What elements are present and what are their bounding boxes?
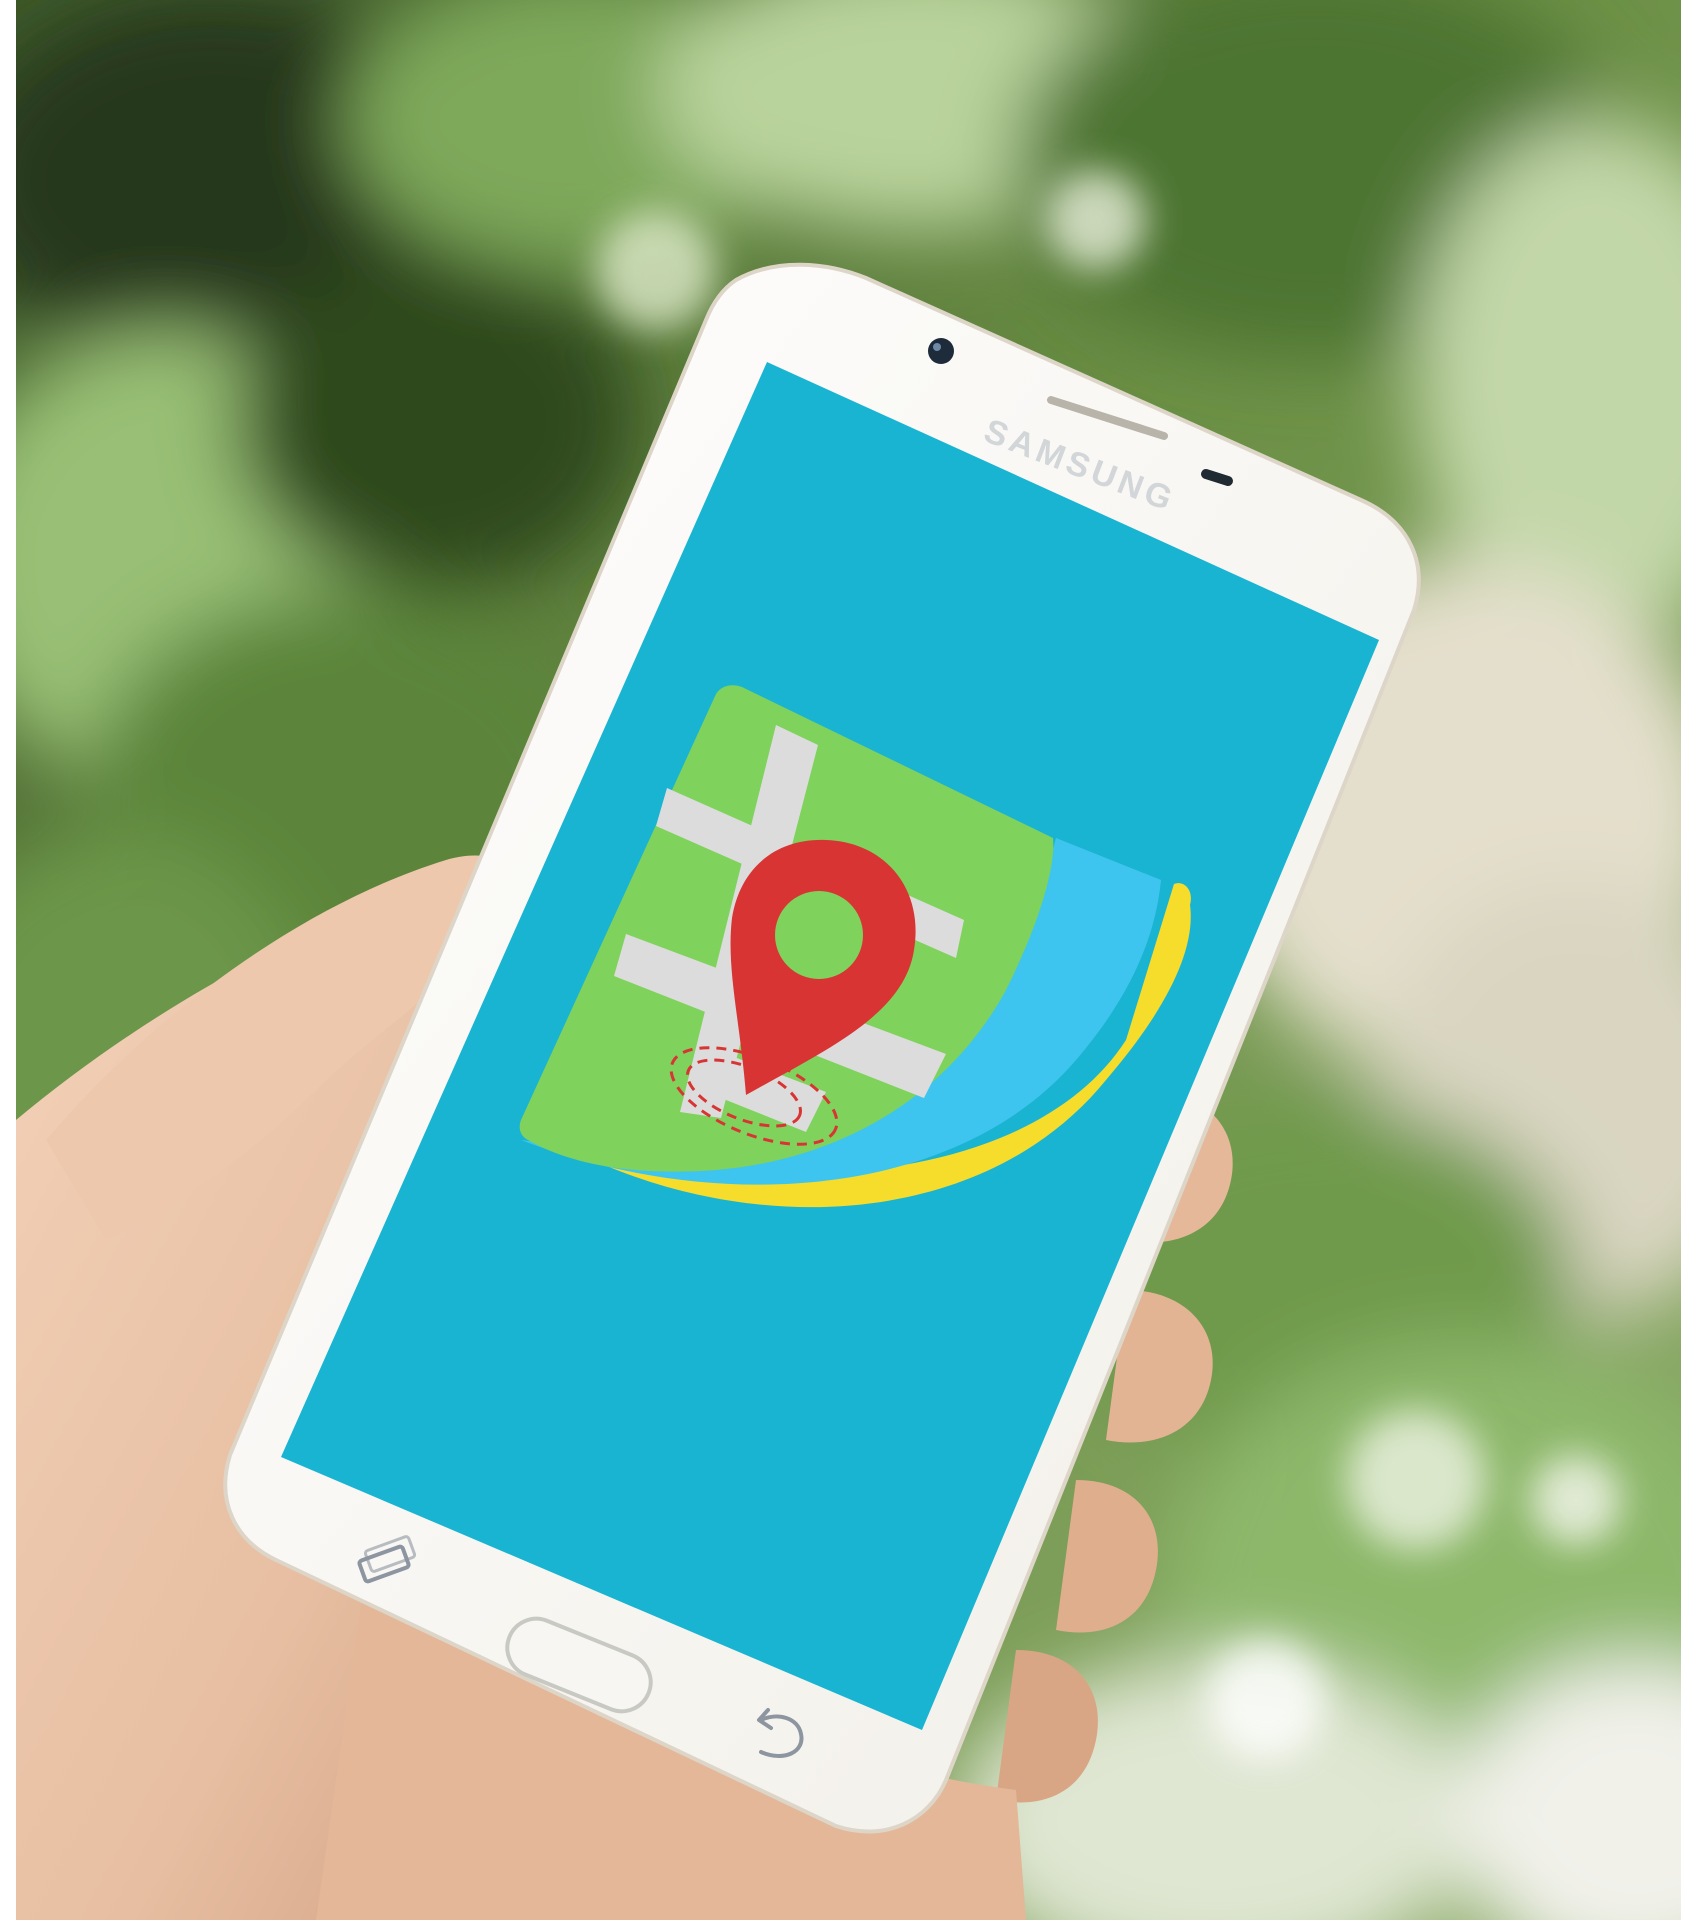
background-photo: SAMSUNG: [16, 0, 1681, 1920]
front-camera: [928, 338, 954, 364]
photo-stage: SAMSUNG: [0, 0, 1681, 1920]
scene-svg: SAMSUNG: [16, 0, 1681, 1920]
proximity-sensor: [1201, 469, 1233, 486]
